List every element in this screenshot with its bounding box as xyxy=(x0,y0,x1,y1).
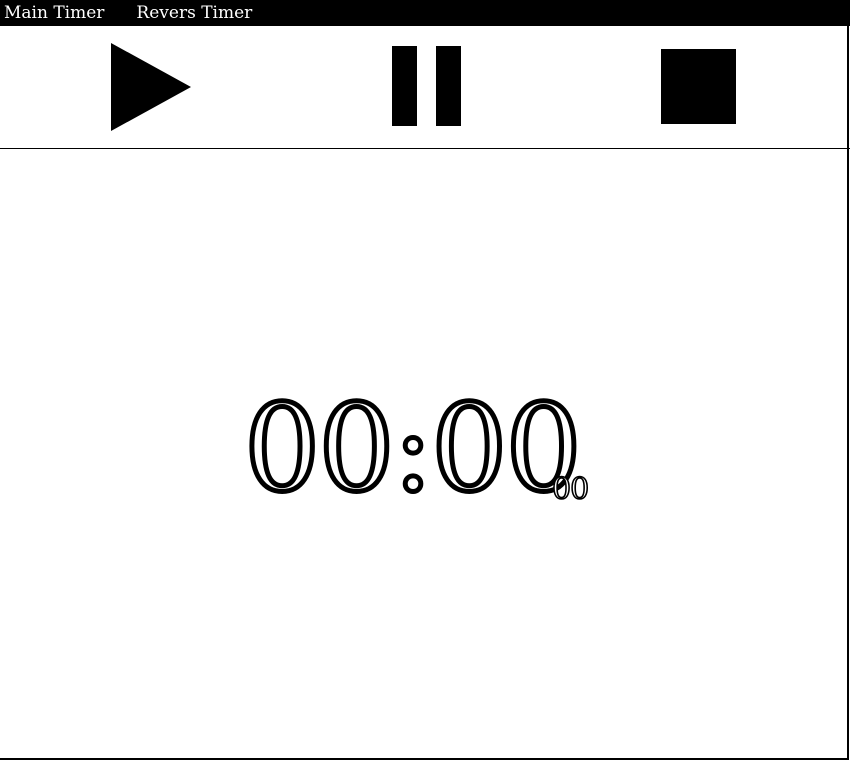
window-border-right xyxy=(847,26,849,760)
control-toolbar xyxy=(0,26,850,149)
menu-bar: Main Timer Revers Timer xyxy=(0,0,850,26)
menu-item-revers-timer[interactable]: Revers Timer xyxy=(136,0,252,26)
menu-item-main-timer[interactable]: Main Timer xyxy=(4,0,104,26)
pause-button[interactable] xyxy=(392,46,462,128)
timer-display: 00:00 00 xyxy=(242,378,604,522)
timer-fraction: 00 xyxy=(551,472,590,507)
play-button[interactable] xyxy=(111,43,191,131)
pause-icon-right-bar xyxy=(436,46,461,126)
timer-minutes-seconds: 00:00 xyxy=(242,378,585,522)
stop-button[interactable] xyxy=(661,49,737,125)
pause-icon-left-bar xyxy=(392,46,417,126)
window-border-bottom xyxy=(0,758,849,760)
play-icon xyxy=(111,43,191,131)
stop-icon xyxy=(661,49,736,124)
